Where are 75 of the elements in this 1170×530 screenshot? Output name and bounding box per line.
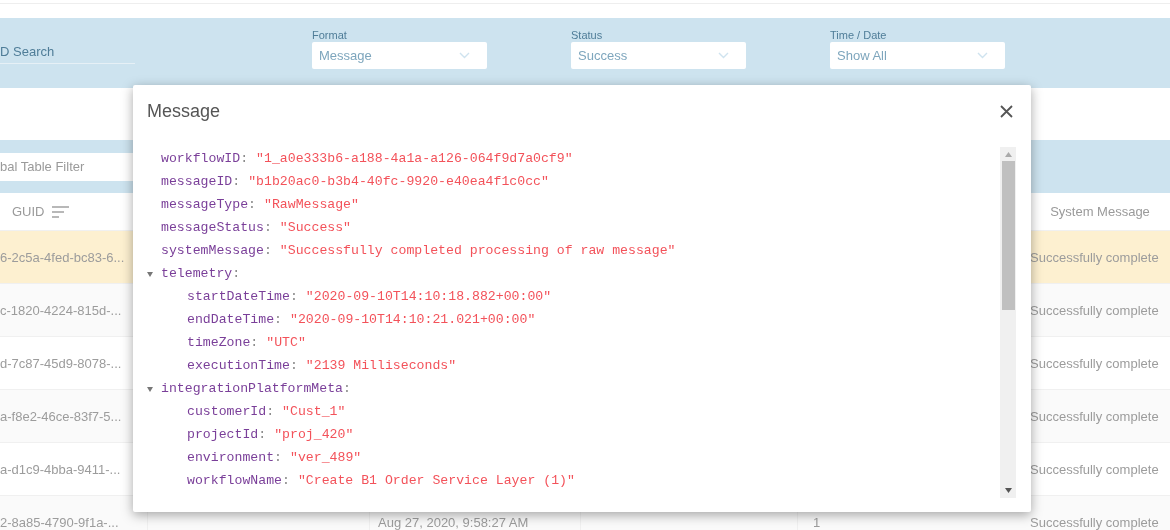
json-value: "1_a0e333b6-a188-4a1a-a126-064f9d7a0cf9" [256, 150, 573, 168]
json-key: workflowName [187, 469, 282, 492]
json-value: "b1b20ac0-b3b4-40fc-9920-e40ea4f1c0cc" [248, 173, 549, 191]
json-key: integrationPlatformMeta [161, 377, 344, 400]
table-cell: Successfully complete [1030, 250, 1159, 264]
table-cell: 2-8a85-4790-9f1a-... [0, 515, 119, 529]
colon: : [266, 403, 275, 421]
json-value: "2139 Milliseconds" [305, 357, 457, 375]
colon: : [274, 311, 282, 329]
dropdown[interactable]: Message [312, 42, 487, 69]
json-value: "RawMessage" [264, 196, 359, 214]
json-key: systemMessage [161, 239, 264, 262]
colon: : [343, 380, 351, 398]
colon: : [258, 426, 267, 444]
colon: : [289, 288, 298, 306]
colon: : [263, 219, 272, 237]
colon: : [281, 472, 290, 490]
json-value: "ver_489" [290, 449, 362, 467]
chevron-down-icon [977, 52, 988, 59]
table-cell: d-7c87-45d9-8078-... [0, 356, 122, 370]
colon: : [232, 265, 241, 283]
dialog-title: Message [147, 100, 221, 122]
json-key: executionTime [187, 354, 290, 377]
dropdown-label: Time / Date [830, 28, 887, 42]
search-field[interactable]: D Search [0, 42, 135, 64]
table-cell: a-d1c9-4bba-9411-... [0, 462, 121, 476]
column-header[interactable]: System Message [1050, 204, 1150, 219]
expanded-triangle-icon[interactable] [147, 385, 153, 392]
colon: : [289, 357, 298, 375]
table-cell: Successfully complete [1030, 303, 1159, 317]
chevron-down-icon [718, 52, 729, 59]
json-key: messageStatus [161, 216, 264, 239]
json-value: "UTC" [266, 334, 306, 352]
column-header[interactable]: GUID [12, 204, 45, 219]
colon: : [263, 242, 272, 260]
table-cell: a-f8e2-46ce-83f7-5... [0, 409, 122, 423]
json-key: timeZone [187, 331, 251, 354]
json-key: messageID [161, 170, 233, 193]
json-key: environment [187, 446, 275, 469]
json-value: "2020-09-10T14:10:18.882+00:00" [305, 288, 552, 306]
dropdown[interactable]: Show All [830, 42, 1005, 69]
json-key: telemetry [161, 262, 233, 285]
json-key: messageType [161, 193, 249, 216]
table-cell: Successfully complete [1030, 462, 1159, 476]
json-key: projectId [187, 423, 259, 446]
json-value: "2020-09-10T14:10:21.021+00:00" [290, 311, 536, 329]
json-value: "Successfully completed processing of raw message" [279, 242, 676, 260]
json-key: customerId [187, 400, 267, 423]
colon: : [248, 196, 256, 214]
close-icon[interactable] [1000, 104, 1013, 118]
json-key: workflowID [161, 147, 241, 170]
dropdown-label: Status [571, 28, 603, 42]
colon: : [232, 173, 241, 191]
json-key: endDateTime [187, 308, 275, 331]
table-cell: c-1820-4224-815d-... [0, 303, 122, 317]
colon: : [250, 334, 259, 352]
json-value: "Cust_1" [282, 403, 346, 421]
json-value: "proj_420" [274, 426, 354, 444]
json-key: startDateTime [187, 285, 290, 308]
table-cell: Successfully complete [1030, 515, 1159, 529]
table-cell: 6-2c5a-4fed-bc83-6... [0, 250, 125, 264]
chevron-down-icon [459, 52, 470, 59]
json-value: "Success" [279, 219, 352, 237]
colon: : [274, 449, 282, 467]
table-cell: Aug 27, 2020, 9:58:27 AM [378, 515, 529, 530]
dropdown[interactable]: Success [571, 42, 746, 69]
scroll-down-arrow-icon[interactable] [1004, 488, 1012, 493]
scrollbar[interactable] [1000, 147, 1016, 498]
table-cell: 1 [813, 515, 821, 529]
expanded-triangle-icon[interactable] [147, 270, 153, 277]
dropdown-label: Format [312, 28, 347, 42]
table-cell: Successfully complete [1030, 356, 1159, 370]
json-value: "Create B1 Order Service Layer (1)" [297, 472, 575, 490]
table-cell: Successfully complete [1030, 409, 1159, 423]
colon: : [240, 150, 249, 168]
